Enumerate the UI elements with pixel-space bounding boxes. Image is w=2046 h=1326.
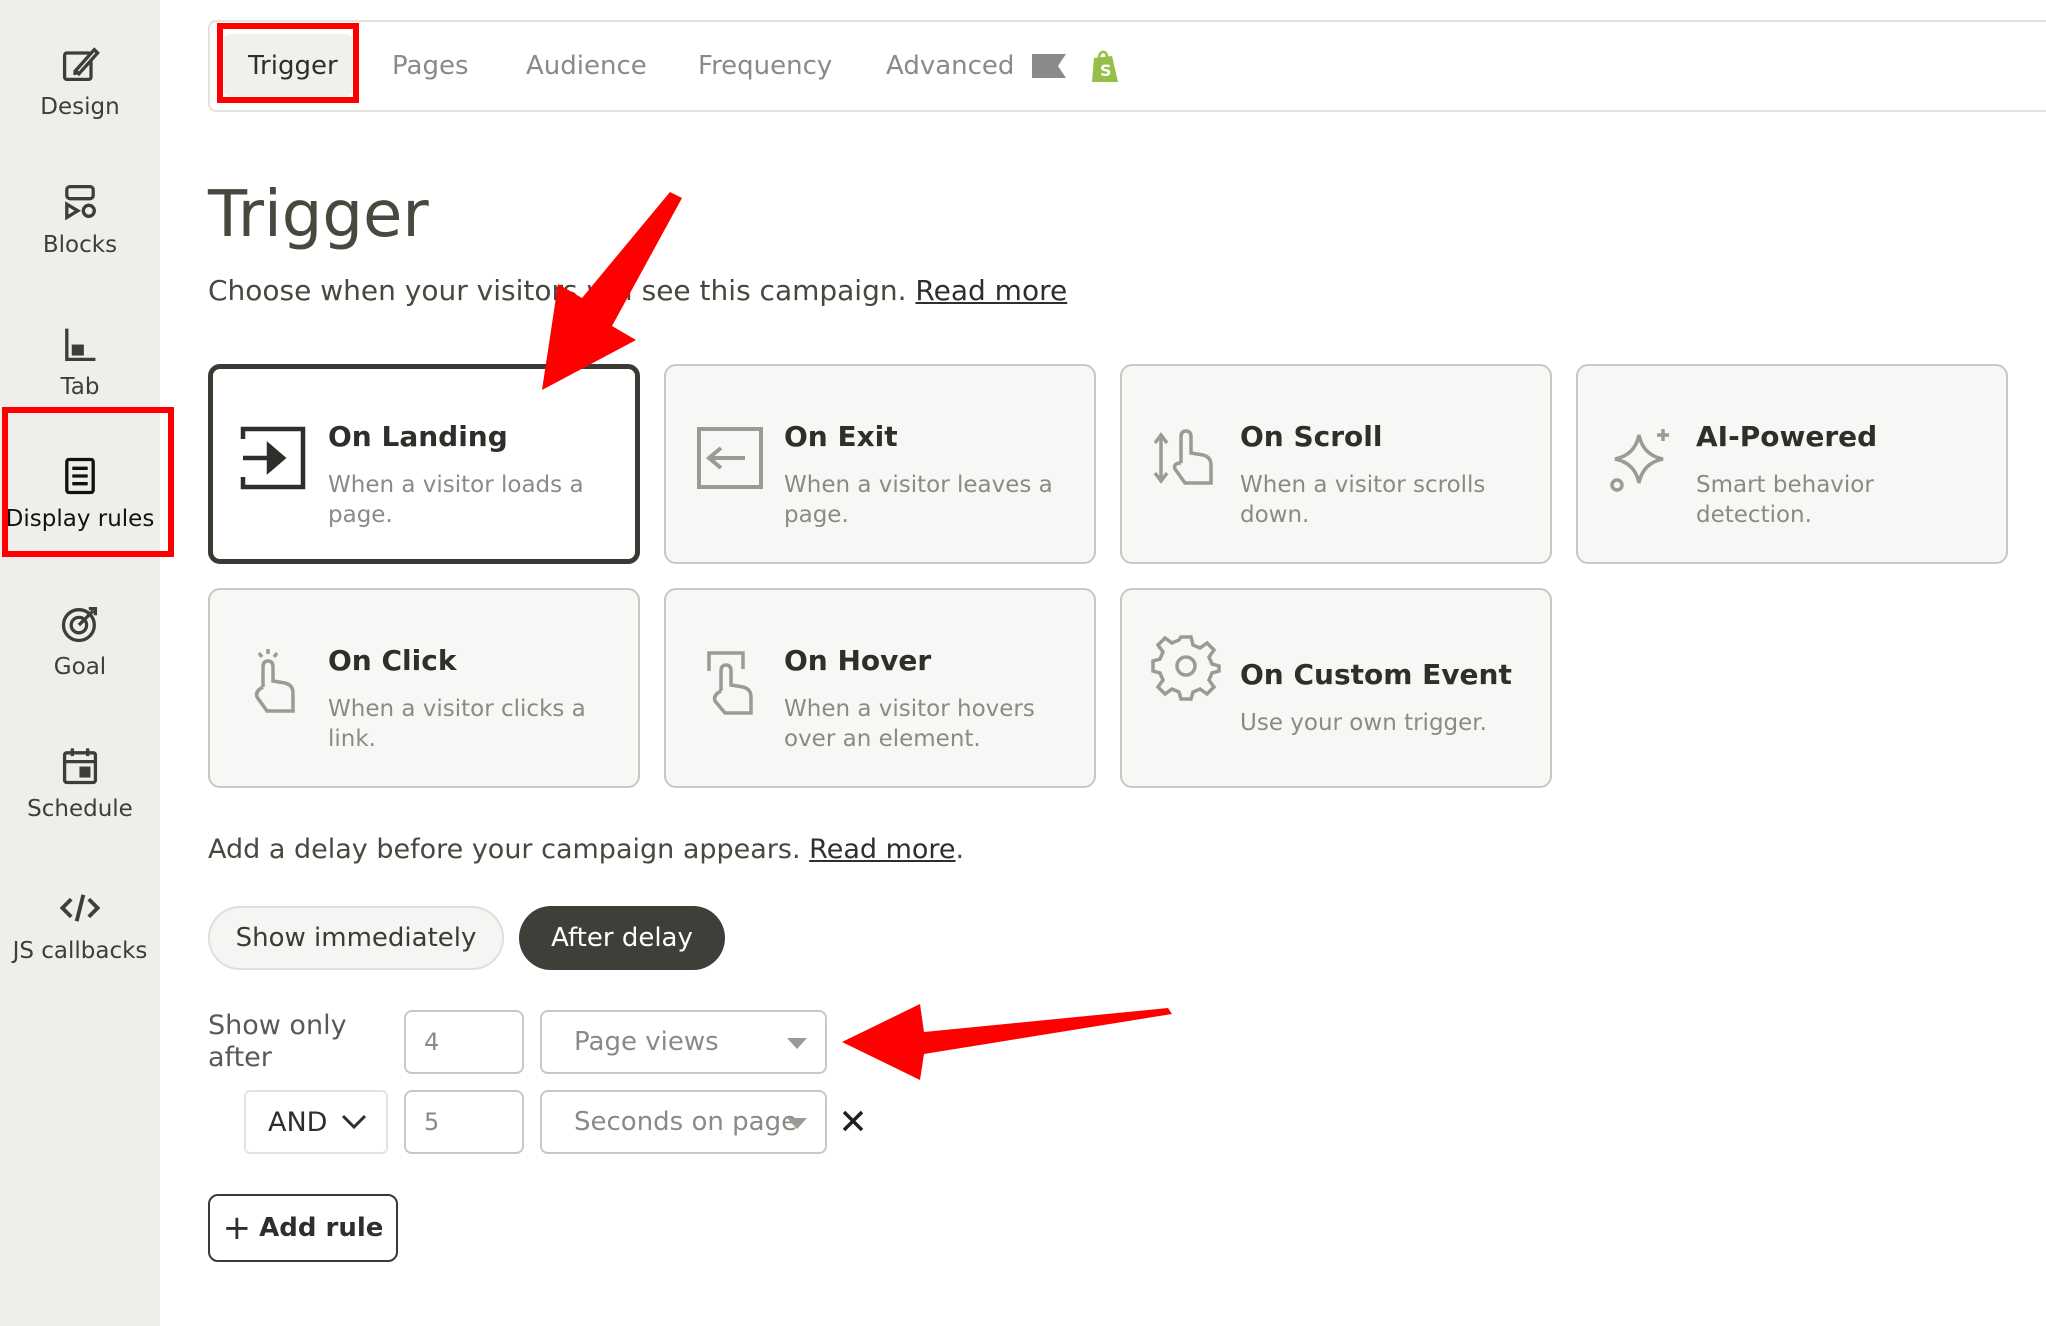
sidebar-item-design[interactable]: Design xyxy=(0,20,160,140)
delay-read-more-link[interactable]: Read more xyxy=(809,834,955,865)
trigger-description: Smart behavior detection. xyxy=(1696,472,1874,528)
trigger-description: When a visitor leaves a page. xyxy=(784,472,1053,528)
trigger-card-on-landing[interactable]: On Landing When a visitor loads a page. xyxy=(208,364,640,564)
trigger-card-on-scroll[interactable]: On Scroll When a visitor scrolls down. xyxy=(1120,364,1552,564)
sidebar-item-display-rules[interactable]: Display rules xyxy=(0,432,160,552)
tab-advanced[interactable]: Advanced S xyxy=(886,22,1120,110)
delay-description: Add a delay before your campaign appears… xyxy=(208,834,964,865)
svg-text:S: S xyxy=(1100,61,1112,80)
trigger-card-on-exit[interactable]: On Exit When a visitor leaves a page. xyxy=(664,364,1096,564)
trigger-description: When a visitor hovers over an element. xyxy=(784,696,1035,752)
close-icon xyxy=(842,1110,864,1132)
hover-icon xyxy=(694,646,766,718)
tab-icon xyxy=(56,320,104,368)
sidebar-item-tab[interactable]: Tab xyxy=(0,300,160,420)
after-delay-button[interactable]: After delay xyxy=(519,906,725,970)
page-subtitle: Choose when your visitors will see this … xyxy=(208,274,1067,307)
enter-icon xyxy=(238,422,310,494)
rule-value-input[interactable]: 4 xyxy=(404,1010,524,1074)
trigger-description: When a visitor clicks a link. xyxy=(328,696,586,752)
delay-text: Add a delay before your campaign appears… xyxy=(208,834,801,865)
trigger-title: On Custom Event xyxy=(1240,658,1512,691)
trigger-title: On Click xyxy=(328,644,457,677)
trigger-title: On Scroll xyxy=(1240,420,1383,453)
tab-trigger[interactable]: Trigger xyxy=(248,22,338,110)
rule-connector-select[interactable]: AND xyxy=(244,1090,388,1154)
remove-rule-button[interactable] xyxy=(838,1104,868,1138)
rule-unit-value: Seconds on page xyxy=(574,1107,798,1137)
trigger-title: On Landing xyxy=(328,420,508,453)
annotation-arrow-icon xyxy=(842,1004,1172,1080)
trigger-card-on-custom-event[interactable]: On Custom Event Use your own trigger. xyxy=(1120,588,1552,788)
shopify-icon: S xyxy=(1088,48,1120,84)
add-rule-button[interactable]: + Add rule xyxy=(208,1194,398,1262)
click-icon xyxy=(238,646,310,718)
show-immediately-button[interactable]: Show immediately xyxy=(208,906,504,970)
sparkle-icon xyxy=(1606,422,1678,494)
chevron-down-icon xyxy=(342,1114,367,1130)
add-rule-label: Add rule xyxy=(259,1213,384,1243)
read-more-link[interactable]: Read more xyxy=(915,274,1067,307)
rule-value-input[interactable]: 5 xyxy=(404,1090,524,1154)
plus-icon: + xyxy=(222,1208,252,1248)
trigger-title: AI-Powered xyxy=(1696,420,1878,453)
subtitle-text: Choose when your visitors will see this … xyxy=(208,274,907,307)
sidebar-item-label: Goal xyxy=(53,654,107,680)
tab-audience[interactable]: Audience xyxy=(526,22,647,110)
trigger-description: When a visitor loads a page. xyxy=(328,472,584,528)
trigger-title: On Exit xyxy=(784,420,898,453)
sidebar-item-schedule[interactable]: Schedule xyxy=(0,722,160,842)
rule-unit-select[interactable]: Seconds on page xyxy=(540,1090,827,1154)
design-icon xyxy=(56,40,104,88)
sidebar-item-label: JS callbacks xyxy=(12,938,148,964)
caret-down-icon xyxy=(787,1118,807,1129)
trigger-description: When a visitor scrolls down. xyxy=(1240,472,1486,528)
sidebar: Design Blocks Tab Display rules Goal Sch… xyxy=(0,0,160,1326)
sidebar-item-label: Blocks xyxy=(42,232,118,258)
calendar-icon xyxy=(56,742,104,790)
scroll-icon xyxy=(1150,422,1222,494)
code-icon xyxy=(56,884,104,932)
trigger-description: Use your own trigger. xyxy=(1240,710,1487,736)
sidebar-item-label: Tab xyxy=(60,374,100,400)
delay-period: . xyxy=(955,834,965,865)
trigger-card-on-hover[interactable]: On Hover When a visitor hovers over an e… xyxy=(664,588,1096,788)
tab-advanced-label: Advanced xyxy=(886,51,1015,81)
gear-icon xyxy=(1150,630,1222,702)
rule-unit-value: Page views xyxy=(574,1027,719,1057)
sidebar-item-blocks[interactable]: Blocks xyxy=(0,158,160,278)
caret-down-icon xyxy=(787,1038,807,1049)
page-title: Trigger xyxy=(208,178,429,252)
connector-value: AND xyxy=(268,1106,328,1138)
sidebar-item-label: Display rules xyxy=(5,506,155,532)
rule-unit-select[interactable]: Page views xyxy=(540,1010,827,1074)
sidebar-item-js-callbacks[interactable]: JS callbacks xyxy=(0,864,160,984)
rule-label: Show only after xyxy=(208,1010,347,1073)
sidebar-item-label: Schedule xyxy=(27,796,133,822)
tab-frequency[interactable]: Frequency xyxy=(698,22,832,110)
flag-icon xyxy=(1030,52,1068,80)
goal-icon xyxy=(56,600,104,648)
tab-bar: Trigger Pages Audience Frequency Advance… xyxy=(208,20,2046,112)
blocks-icon xyxy=(56,178,104,226)
trigger-title: On Hover xyxy=(784,644,932,677)
sidebar-item-label: Design xyxy=(40,94,120,120)
tab-pages[interactable]: Pages xyxy=(392,22,469,110)
exit-icon xyxy=(694,422,766,494)
trigger-card-on-click[interactable]: On Click When a visitor clicks a link. xyxy=(208,588,640,788)
trigger-card-ai-powered[interactable]: AI-Powered Smart behavior detection. xyxy=(1576,364,2008,564)
display-rules-icon xyxy=(56,452,104,500)
sidebar-item-goal[interactable]: Goal xyxy=(0,580,160,700)
